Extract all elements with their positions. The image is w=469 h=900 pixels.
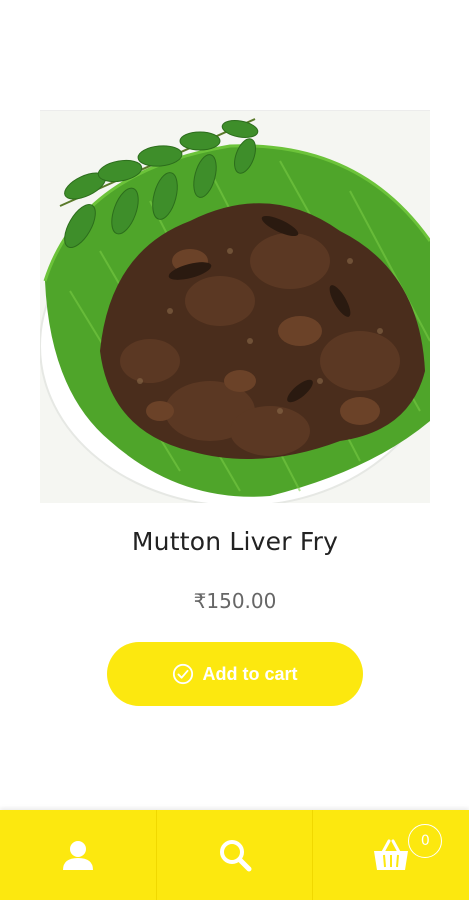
nav-cart[interactable]: 0	[312, 810, 469, 900]
nav-account[interactable]	[0, 810, 156, 900]
food-image-illustration	[40, 111, 430, 503]
basket-icon	[374, 839, 409, 870]
product-card: Mutton Liver Fry ₹150.00 Add to cart	[40, 110, 430, 706]
nav-search[interactable]	[155, 810, 313, 900]
search-icon	[219, 840, 251, 872]
product-page: Mutton Liver Fry ₹150.00 Add to cart 0	[0, 0, 469, 900]
add-to-cart-button[interactable]: Add to cart	[107, 642, 363, 706]
product-image[interactable]	[40, 111, 430, 503]
check-circle-icon	[173, 663, 194, 685]
bottom-navigation: 0	[0, 810, 469, 900]
product-price: ₹150.00	[193, 589, 277, 613]
user-icon	[62, 841, 93, 870]
add-to-cart-label: Add to cart	[202, 663, 298, 684]
product-title: Mutton Liver Fry	[131, 527, 339, 556]
cart-count-badge: 0	[408, 824, 443, 858]
